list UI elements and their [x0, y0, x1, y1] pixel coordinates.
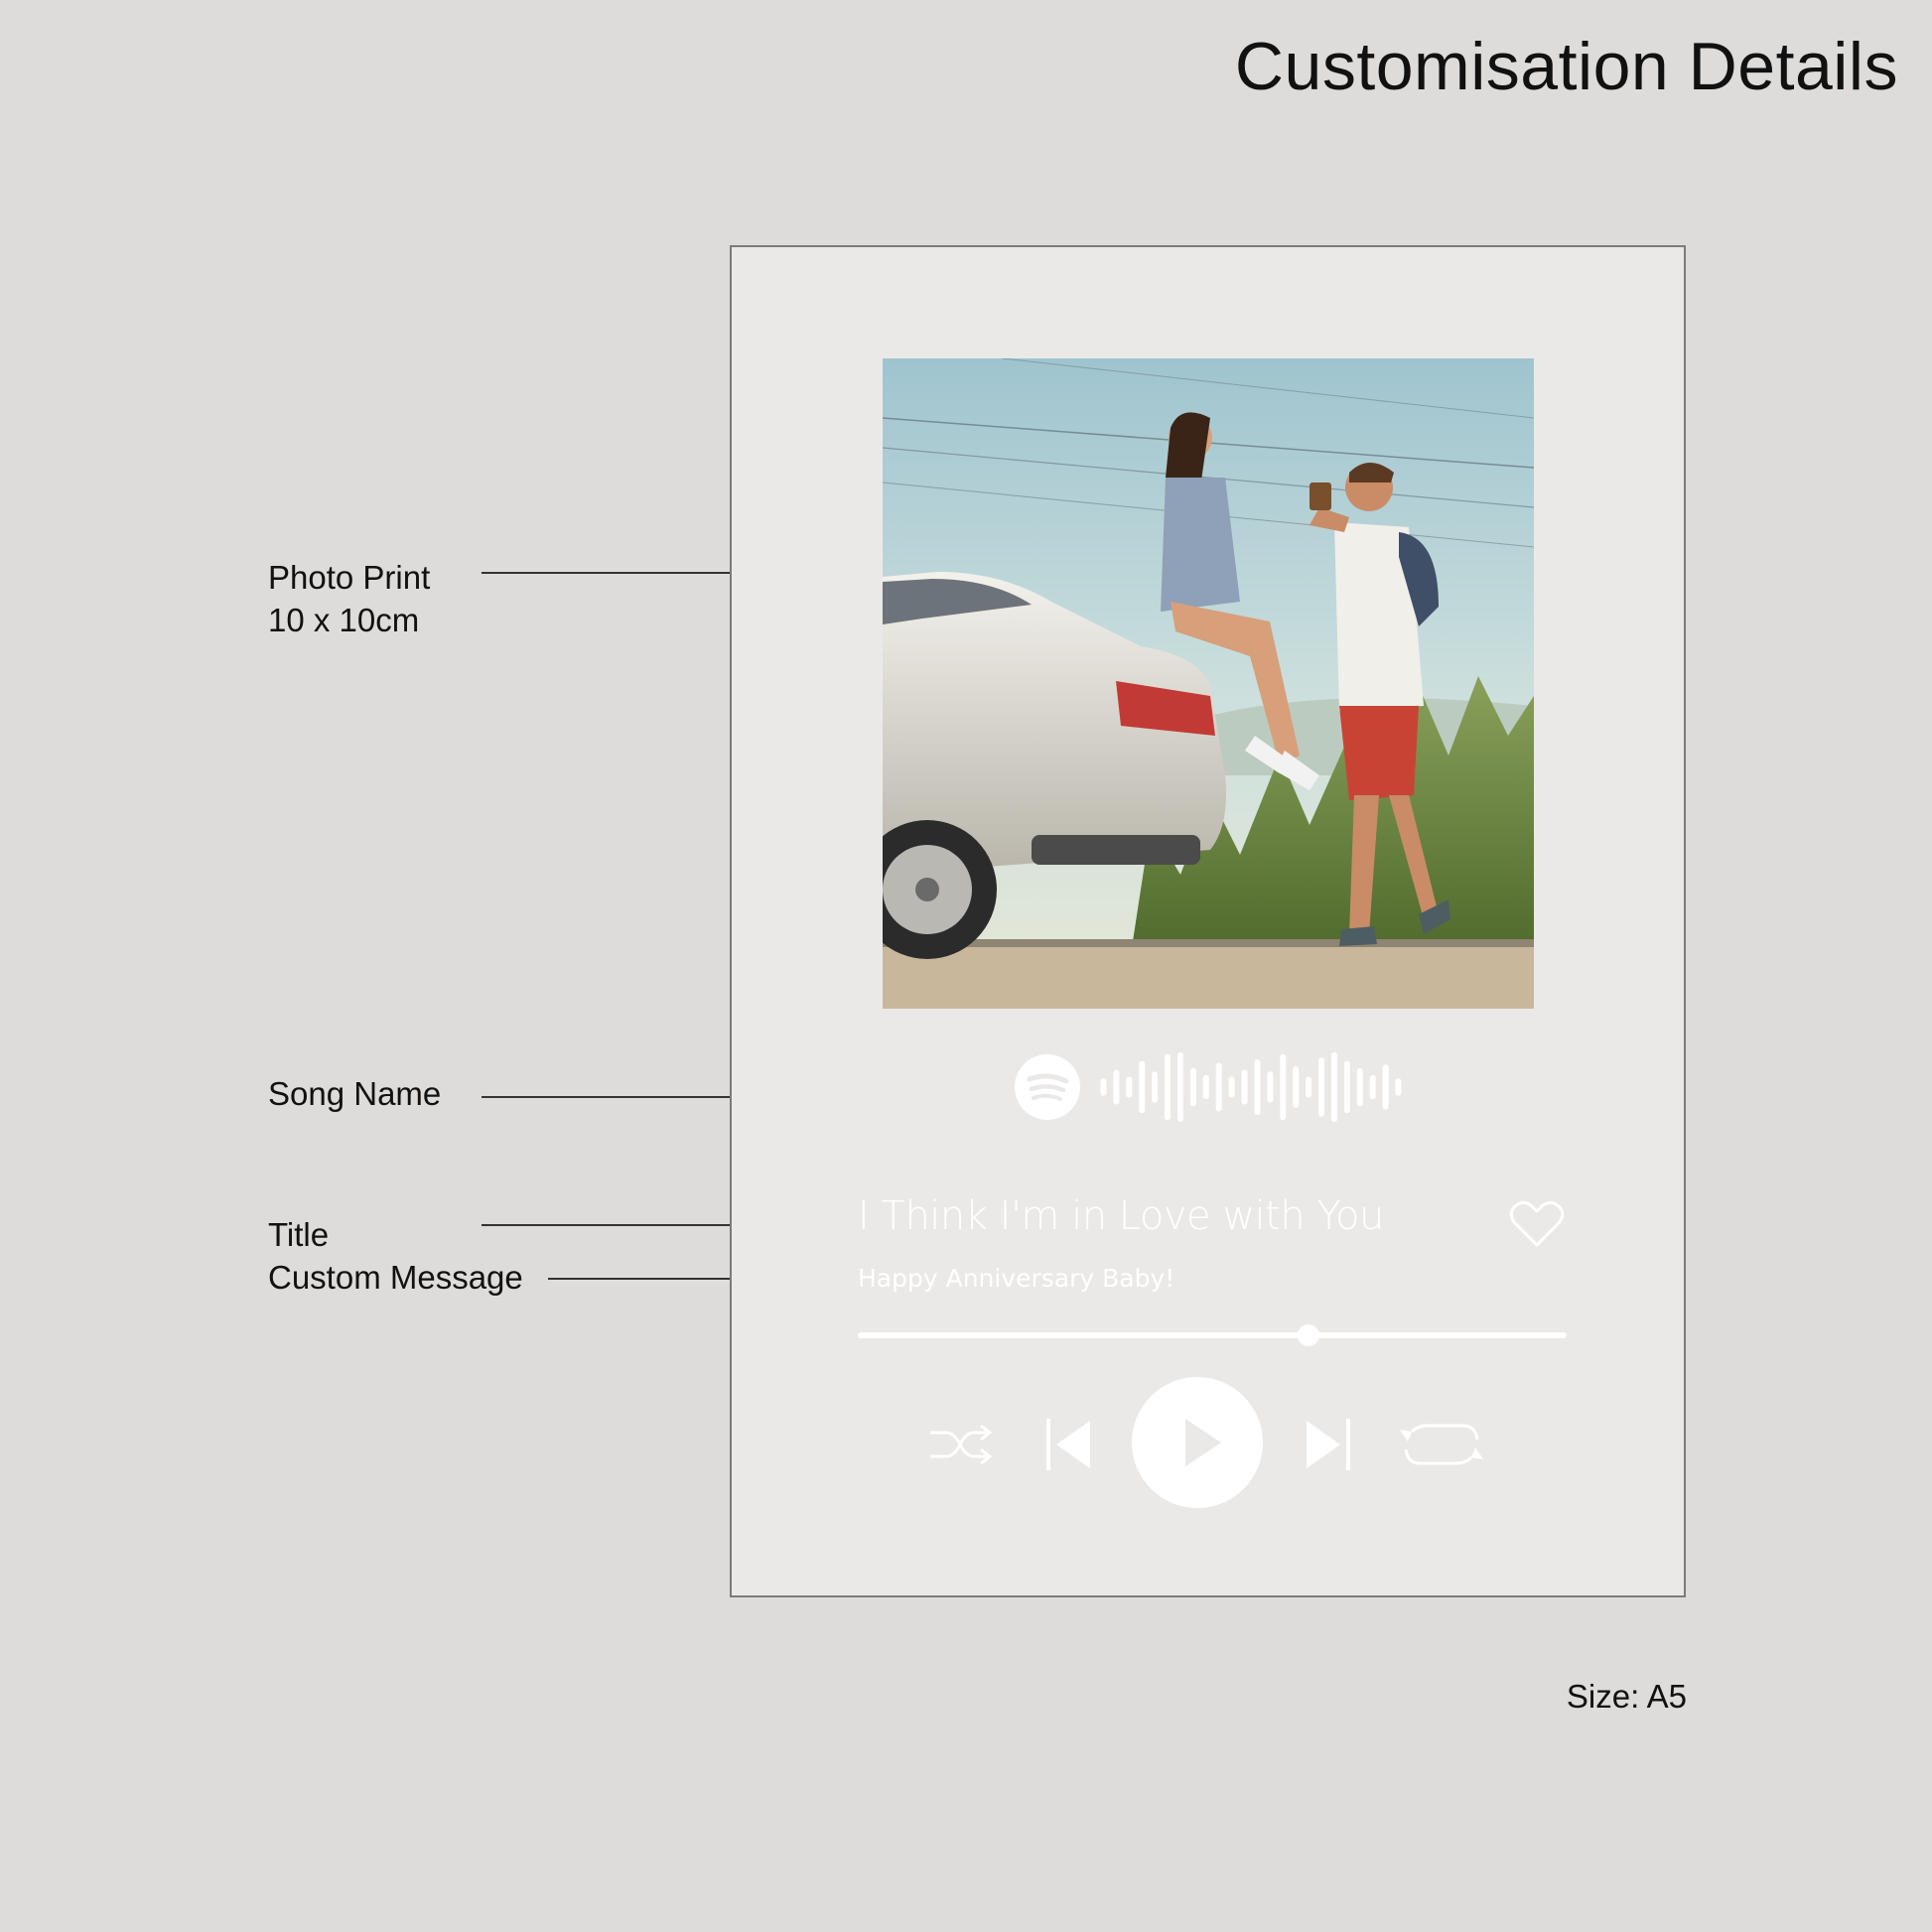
heart-icon[interactable] [1509, 1199, 1565, 1249]
shuffle-icon[interactable] [928, 1420, 994, 1469]
callout-title: Title [268, 1216, 330, 1253]
callout-photo-print: Photo Print 10 x 10cm [268, 556, 430, 641]
spotify-logo-icon [1015, 1054, 1080, 1120]
scan-code-bar [1356, 1067, 1363, 1107]
photo-print [883, 358, 1534, 1009]
scan-code-bar [1343, 1060, 1350, 1114]
song-title: I Think I'm in Love with You [858, 1193, 1384, 1239]
scan-code-bar [1280, 1053, 1287, 1121]
page-title: Customisation Details [1234, 29, 1898, 104]
scan-code-bar [1165, 1053, 1171, 1121]
play-button[interactable] [1132, 1377, 1263, 1508]
scan-code-bar [1228, 1076, 1235, 1098]
progress-thumb[interactable] [1297, 1324, 1319, 1346]
progress-bar[interactable] [858, 1320, 1567, 1350]
scan-code-bar [1382, 1064, 1389, 1110]
scan-code-bar [1241, 1069, 1248, 1105]
scan-code-bar [1113, 1069, 1120, 1105]
scan-code-bar [1152, 1071, 1159, 1103]
scan-code-bar [1395, 1078, 1402, 1096]
callout-photo-print-size: 10 x 10cm [268, 602, 420, 638]
scan-code-bar [1202, 1074, 1209, 1100]
next-icon[interactable] [1303, 1417, 1352, 1472]
scan-code-bar [1189, 1067, 1196, 1107]
callout-photo-print-label: Photo Print [268, 559, 431, 596]
scan-code-bar [1215, 1062, 1222, 1112]
repeat-icon[interactable] [1398, 1418, 1485, 1471]
scan-code-bar [1177, 1052, 1183, 1122]
scan-code-bar [1331, 1052, 1337, 1122]
previous-icon[interactable] [1044, 1417, 1094, 1472]
couple-car-photo [883, 358, 1534, 1009]
callout-song-name: Song Name [268, 1075, 442, 1112]
callout-custom-message: Custom Message [268, 1259, 523, 1296]
scan-code-bar [1306, 1076, 1312, 1098]
scan-code-bar [1126, 1076, 1133, 1098]
scan-code-bar [1318, 1057, 1324, 1117]
scan-code-bar [1293, 1066, 1300, 1108]
size-label: Size: A5 [1566, 1678, 1687, 1715]
progress-track [858, 1332, 1567, 1338]
scan-code-bar [1100, 1078, 1107, 1096]
scan-code-bar [1267, 1071, 1274, 1103]
scan-code-bar [1254, 1059, 1261, 1115]
custom-message: Happy Anniversary Baby! [858, 1264, 1175, 1293]
song-scan-code [1100, 1052, 1402, 1122]
scan-code-bar [1369, 1074, 1376, 1100]
scan-code-bar [1139, 1060, 1146, 1114]
